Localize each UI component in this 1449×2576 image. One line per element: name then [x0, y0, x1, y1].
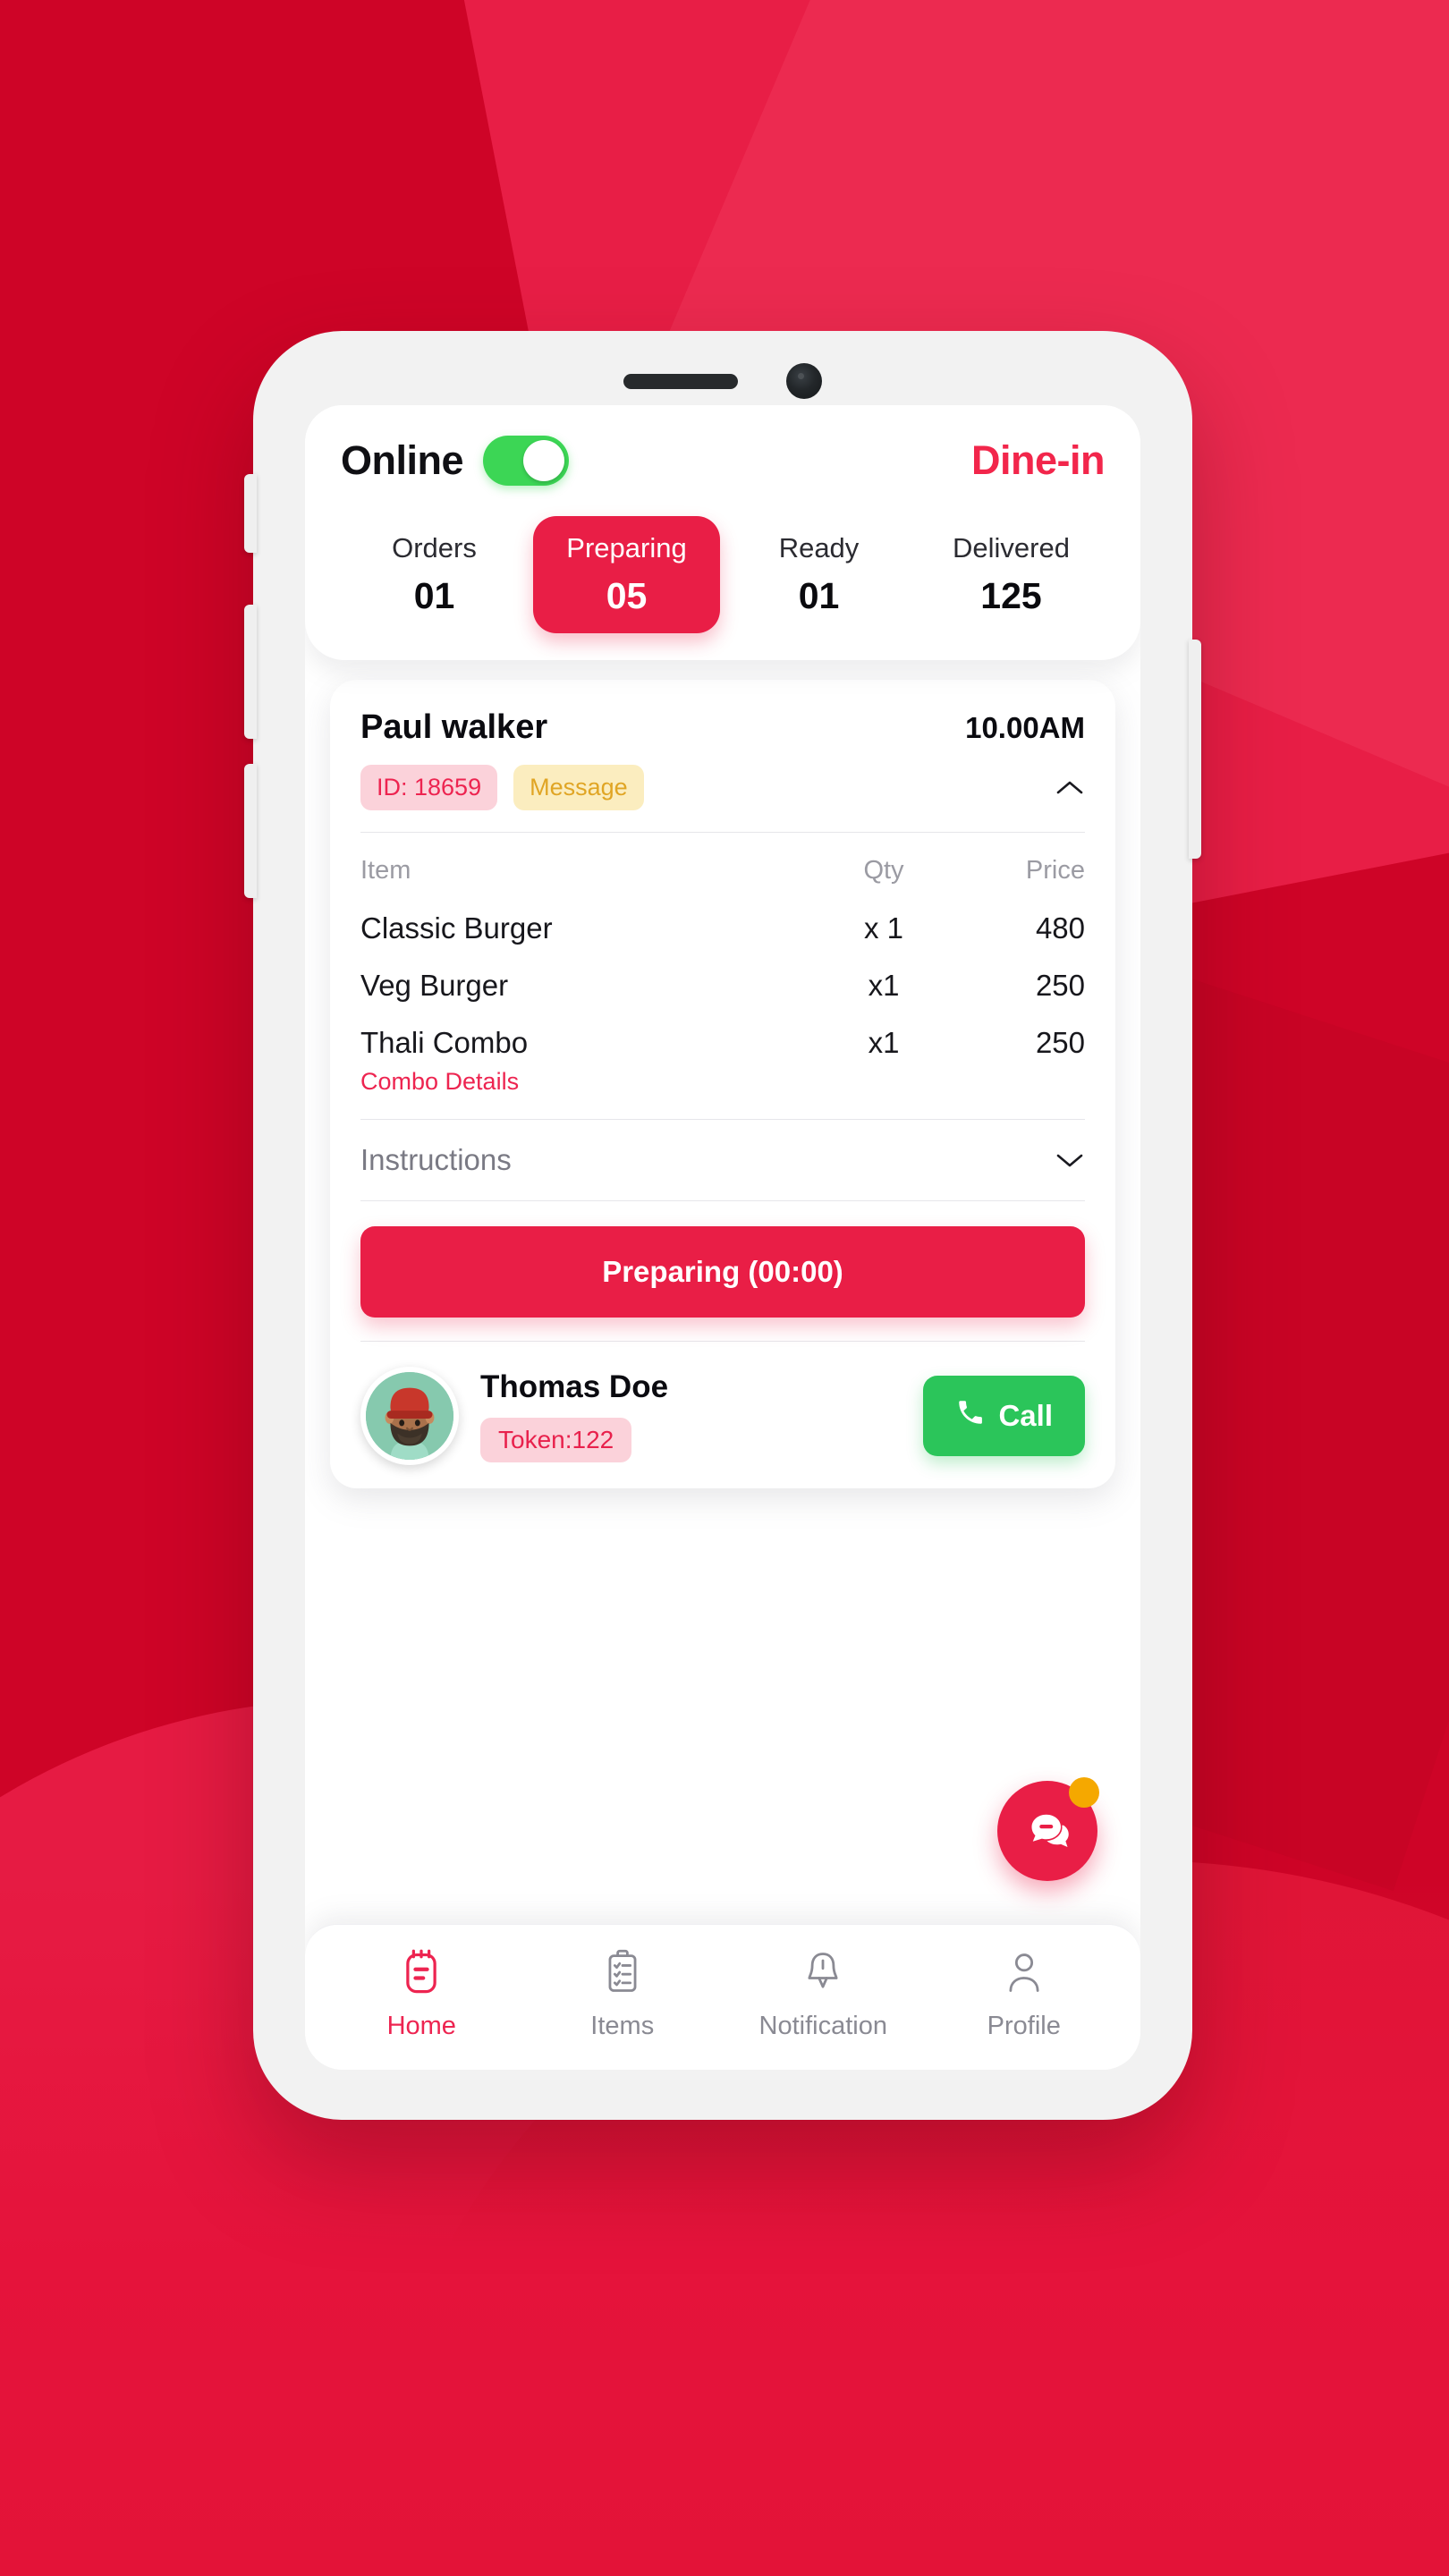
table-row: Classic Burger x 1 480 — [360, 900, 1085, 957]
nav-item-profile-label: Profile — [987, 2012, 1061, 2040]
column-header-price: Price — [1025, 856, 1085, 885]
order-id-badge[interactable]: ID: 18659 — [360, 765, 498, 810]
status-row: Online Dine-in — [341, 436, 1106, 486]
person-icon — [1001, 1948, 1047, 2001]
call-button-label: Call — [998, 1399, 1053, 1432]
stat-orders-label: Orders — [392, 532, 477, 564]
item-price: 480 — [1035, 911, 1085, 945]
phone-icon — [955, 1397, 986, 1435]
call-button[interactable]: Call — [923, 1376, 1085, 1456]
item-qty: x 1 — [863, 911, 904, 945]
stat-ready[interactable]: Ready 01 — [725, 516, 912, 633]
nav-item-items-label: Items — [590, 2012, 655, 2040]
stat-delivered[interactable]: Delivered 125 — [918, 516, 1105, 633]
instructions-label: Instructions — [360, 1143, 512, 1176]
stat-delivered-value: 125 — [980, 575, 1042, 616]
online-toggle-knob — [523, 440, 565, 481]
order-card: Paul walker 10.00AM ID: 18659 Message It… — [330, 680, 1115, 1488]
phone-volume-down-button[interactable] — [244, 764, 257, 898]
order-items-header-row: Item Qty Price — [360, 847, 1085, 900]
order-message-badge[interactable]: Message — [513, 765, 644, 810]
column-header-qty: Qty — [863, 856, 904, 885]
header-card: Online Dine-in Orders 01 Preparing 05 Re… — [305, 405, 1140, 660]
bell-icon — [800, 1948, 846, 2001]
chevron-up-icon[interactable] — [1055, 773, 1085, 803]
item-name: Veg Burger — [360, 969, 509, 1002]
order-time: 10.00AM — [965, 711, 1085, 744]
stat-orders-value: 01 — [413, 575, 455, 616]
nav-item-notification[interactable]: Notification — [723, 1948, 924, 2041]
combo-details-link[interactable]: Combo Details — [360, 1068, 1085, 1096]
item-price: 250 — [1035, 969, 1085, 1002]
table-row: Thali Combo x1 250 — [360, 1014, 1085, 1072]
driver-name: Thomas Doe — [480, 1369, 669, 1404]
chevron-down-icon[interactable] — [1055, 1145, 1085, 1175]
chat-fab-button[interactable] — [997, 1777, 1099, 1881]
stats-row: Orders 01 Preparing 05 Ready 01 Delivere… — [341, 516, 1105, 633]
driver-info: Thomas Doe Token:122 — [480, 1369, 902, 1462]
online-toggle[interactable] — [483, 436, 570, 486]
avatar — [360, 1367, 459, 1465]
table-row: Veg Burger x1 250 — [360, 957, 1085, 1014]
item-qty: x1 — [868, 969, 900, 1002]
stat-preparing-label: Preparing — [566, 532, 687, 564]
token-badge: Token:122 — [480, 1418, 632, 1462]
stat-preparing[interactable]: Preparing 05 — [533, 516, 720, 633]
order-badge-row: ID: 18659 Message — [360, 765, 1085, 810]
phone-device-frame: Online Dine-in Orders 01 Preparing 05 Re… — [244, 331, 1201, 2120]
phone-silent-switch[interactable] — [244, 474, 257, 553]
stat-preparing-value: 05 — [606, 575, 648, 616]
stat-ready-label: Ready — [778, 532, 860, 564]
header-notch-fill — [589, 405, 857, 428]
instructions-section: Instructions — [360, 1119, 1085, 1201]
bottom-navigation-bar: Home Items Notification Profile — [305, 1924, 1140, 2070]
app-screen: Online Dine-in Orders 01 Preparing 05 Re… — [305, 405, 1140, 2070]
preparing-status-button[interactable]: Preparing (00:00) — [360, 1226, 1085, 1318]
column-header-item: Item — [360, 856, 411, 885]
online-label: Online — [341, 437, 464, 483]
chat-bubbles-icon — [1021, 1802, 1074, 1860]
nav-item-notification-label: Notification — [758, 2012, 887, 2040]
nav-item-profile[interactable]: Profile — [924, 1948, 1125, 2041]
nav-item-home[interactable]: Home — [321, 1948, 522, 2041]
customer-name: Paul walker — [360, 708, 548, 746]
item-name: Thali Combo — [360, 1026, 529, 1059]
content-area: Paul walker 10.00AM ID: 18659 Message It… — [305, 660, 1140, 1924]
nav-item-items[interactable]: Items — [522, 1948, 724, 2041]
phone-volume-up-button[interactable] — [244, 605, 257, 739]
order-items-table: Item Qty Price Classic Burger x 1 480 Ve… — [360, 847, 1085, 1072]
order-type-label[interactable]: Dine-in — [971, 437, 1106, 484]
order-card-header: Paul walker 10.00AM — [360, 708, 1085, 747]
clipboard-icon — [599, 1948, 646, 2001]
item-qty: x1 — [868, 1026, 900, 1059]
avatar-illustration-icon — [366, 1372, 453, 1460]
unread-dot-badge — [1069, 1777, 1099, 1808]
item-name: Classic Burger — [360, 911, 553, 945]
earpiece-speaker-icon — [623, 373, 738, 389]
online-status-group: Online — [341, 436, 570, 486]
nav-item-home-label: Home — [386, 2012, 456, 2040]
driver-row: Thomas Doe Token:122 Call — [360, 1341, 1085, 1465]
item-price: 250 — [1035, 1026, 1085, 1059]
stat-ready-value: 01 — [798, 575, 840, 616]
phone-power-button[interactable] — [1189, 640, 1201, 859]
order-divider-top — [360, 832, 1085, 833]
notepad-icon — [398, 1948, 445, 2001]
instructions-row[interactable]: Instructions — [360, 1120, 1085, 1200]
stat-delivered-label: Delivered — [953, 532, 1070, 564]
front-camera-icon — [786, 363, 822, 399]
stat-orders[interactable]: Orders 01 — [341, 516, 528, 633]
